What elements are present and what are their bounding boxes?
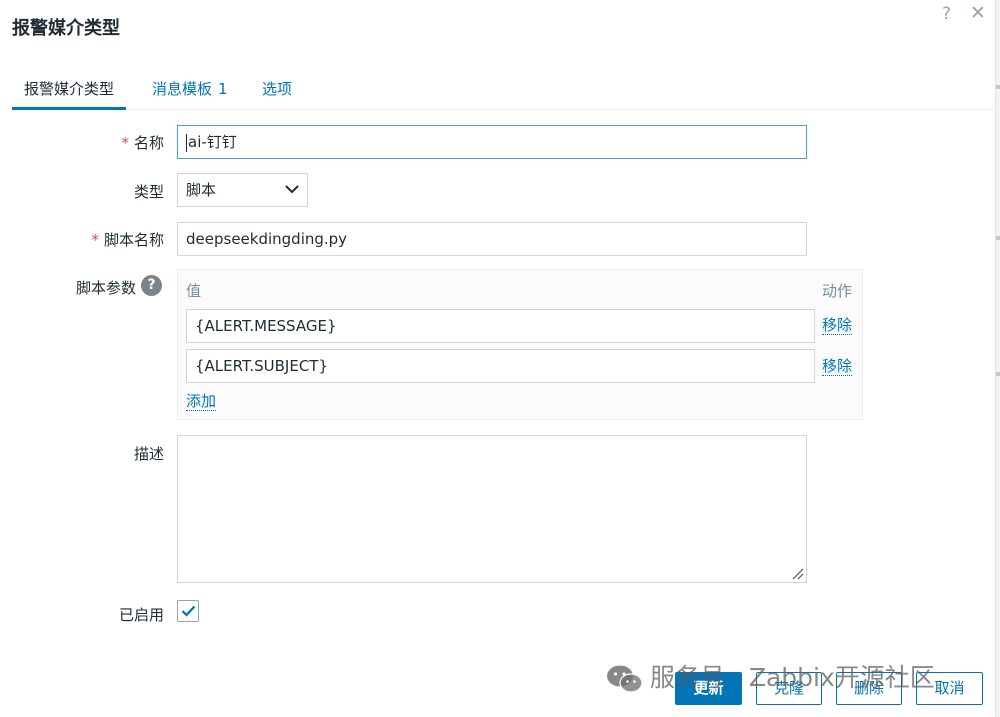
close-icon[interactable]: ✕ (970, 2, 986, 24)
type-select-value: 脚本 (186, 181, 217, 199)
tab-label: 报警媒介类型 (24, 80, 115, 98)
required-marker: * (91, 231, 99, 249)
script-params-label: 脚本参数 (75, 279, 136, 297)
chevron-down-icon (285, 185, 299, 194)
scrollbar-mark (996, 85, 1000, 89)
name-input[interactable]: ai-钉钉 (177, 125, 807, 159)
tab-label: 消息模板 (152, 80, 213, 98)
action-column-header: 动作 (822, 282, 853, 300)
watermark-text: 服务号 · Zabbix开源社区 (650, 663, 935, 692)
value-column-header: 值 (186, 282, 202, 300)
required-marker: * (121, 134, 129, 152)
description-textarea[interactable] (177, 435, 807, 583)
script-params-table (177, 269, 863, 420)
scrollbar[interactable] (995, 0, 1000, 717)
help-button[interactable]: ? (942, 4, 951, 24)
dialog-title: 报警媒介类型 (12, 18, 120, 39)
text-caret (186, 133, 187, 152)
script-name-input[interactable]: deepseekdingding.py (177, 222, 807, 256)
remove-param-link[interactable]: 移除 (822, 316, 853, 335)
enabled-label: 已启用 (118, 606, 164, 624)
enabled-checkbox[interactable] (177, 600, 199, 622)
resize-handle-icon[interactable] (792, 568, 804, 580)
script-param-input[interactable]: {ALERT.SUBJECT} (186, 349, 815, 383)
scrollbar-mark (996, 372, 1000, 376)
tab-label: 选项 (262, 80, 293, 98)
wechat-icon (607, 665, 643, 693)
check-icon (181, 605, 196, 617)
script-param-input[interactable]: {ALERT.MESSAGE} (186, 309, 815, 343)
help-icon[interactable]: ? (141, 275, 162, 296)
tab-media-type[interactable]: 报警媒介类型 (12, 78, 127, 110)
scrollbar-mark (996, 236, 1000, 240)
tab-badge: 1 (218, 80, 228, 98)
tab-options[interactable]: 选项 (250, 78, 304, 108)
tab-bar: 报警媒介类型 消息模板 1 选项 (12, 68, 995, 110)
type-label: 类型 (133, 183, 164, 201)
add-param-link[interactable]: 添加 (186, 392, 217, 411)
description-label: 描述 (133, 445, 164, 463)
script-name-label: * 脚本名称 (91, 231, 164, 249)
name-label: * 名称 (121, 134, 164, 152)
remove-param-link[interactable]: 移除 (822, 357, 853, 376)
tab-message-templates[interactable]: 消息模板 1 (140, 78, 240, 108)
type-select[interactable]: 脚本 (177, 173, 308, 207)
